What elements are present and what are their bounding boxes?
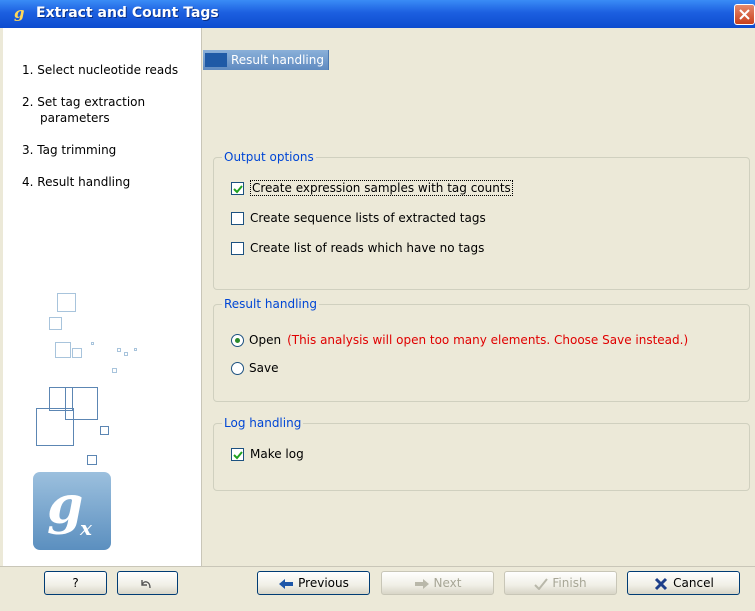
header-marker xyxy=(205,53,227,67)
help-label: ? xyxy=(72,576,79,590)
step-header-tab: Result handling xyxy=(203,50,329,70)
arrow-right-icon xyxy=(414,578,429,589)
step-header: Result handling xyxy=(203,50,755,70)
save-label: Save xyxy=(249,361,279,375)
dialog-window: g Extract and Count Tags 1. Select nucle… xyxy=(0,0,755,611)
reset-button[interactable] xyxy=(117,571,178,595)
undo-arrow-icon xyxy=(140,579,151,588)
finish-label: Finish xyxy=(552,576,587,590)
finish-button[interactable]: Finish xyxy=(504,571,617,595)
expression-samples-option[interactable]: Create expression samples with tag count… xyxy=(231,180,513,196)
step-label-cont: parameters xyxy=(40,111,110,125)
sequence-lists-label: Create sequence lists of extracted tags xyxy=(250,211,486,225)
next-label: Next xyxy=(433,576,462,590)
checkmark-icon xyxy=(534,577,549,590)
gx-app-icon: g xyxy=(14,4,25,22)
cancel-x-icon xyxy=(655,577,668,590)
make-log-checkbox[interactable] xyxy=(231,448,244,461)
output-options-title: Output options xyxy=(222,150,316,164)
step-set-parameters[interactable]: 2. Set tag extraction parameters xyxy=(22,94,197,126)
result-handling-group: Result handling xyxy=(213,297,750,402)
make-log-label: Make log xyxy=(250,447,304,461)
previous-button[interactable]: Previous xyxy=(257,571,370,595)
open-option[interactable]: Open (This analysis will open too many el… xyxy=(231,333,688,347)
open-radio[interactable] xyxy=(231,334,244,347)
title-bar[interactable]: g Extract and Count Tags xyxy=(0,0,755,28)
step-select-reads[interactable]: 1. Select nucleotide reads xyxy=(22,62,197,78)
gx-logo: gx xyxy=(33,472,111,550)
reads-no-tags-checkbox[interactable] xyxy=(231,242,244,255)
cancel-button[interactable]: Cancel xyxy=(627,571,740,595)
expression-samples-checkbox[interactable] xyxy=(231,182,244,195)
expression-samples-label: Create expression samples with tag count… xyxy=(250,180,513,196)
step-header-title: Result handling xyxy=(231,53,324,67)
close-button[interactable] xyxy=(734,4,755,25)
make-log-option[interactable]: Make log xyxy=(231,447,304,461)
reads-no-tags-label: Create list of reads which have no tags xyxy=(250,241,485,255)
checkmark-icon xyxy=(233,185,243,194)
checkmark-icon xyxy=(233,451,243,460)
open-label: Open xyxy=(249,333,282,347)
save-option[interactable]: Save xyxy=(231,361,278,375)
open-warning: (This analysis will open too many elemen… xyxy=(287,333,689,347)
next-button[interactable]: Next xyxy=(381,571,494,595)
save-radio[interactable] xyxy=(231,362,244,375)
log-handling-title: Log handling xyxy=(222,416,304,430)
previous-label: Previous xyxy=(298,576,349,590)
help-button[interactable]: ? xyxy=(44,571,107,595)
reads-no-tags-option[interactable]: Create list of reads which have no tags xyxy=(231,241,484,255)
sequence-lists-option[interactable]: Create sequence lists of extracted tags xyxy=(231,211,486,225)
arrow-left-icon xyxy=(279,578,294,589)
close-icon xyxy=(739,9,750,20)
step-tag-trimming[interactable]: 3. Tag trimming xyxy=(22,142,197,158)
step-result-handling[interactable]: 4. Result handling xyxy=(22,174,197,190)
step-label: 2. Set tag extraction xyxy=(22,95,146,109)
window-title: Extract and Count Tags xyxy=(36,5,219,21)
cancel-label: Cancel xyxy=(673,576,714,590)
result-handling-title: Result handling xyxy=(222,297,319,311)
sequence-lists-checkbox[interactable] xyxy=(231,212,244,225)
